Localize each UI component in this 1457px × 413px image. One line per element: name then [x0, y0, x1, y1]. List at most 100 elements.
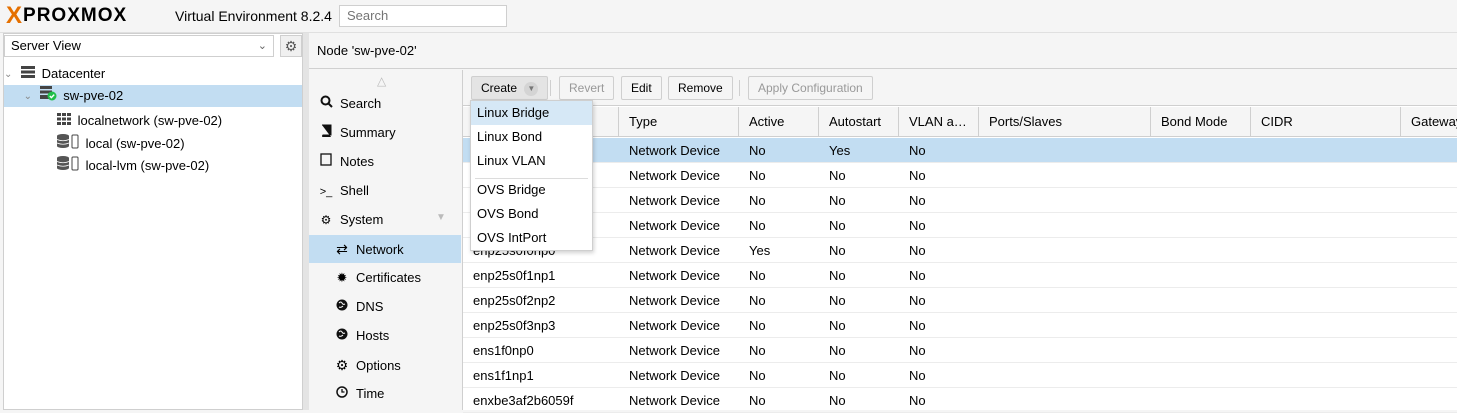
cell-type: Network Device [629, 293, 721, 308]
tree-item-datacenter[interactable]: ⌄ Datacenter [4, 63, 302, 85]
tree-item-node[interactable]: ⌄ sw-pve-02 [4, 85, 302, 107]
cell-active: No [749, 143, 766, 158]
cell-vlan: No [909, 218, 926, 233]
column-header-ports-slaves[interactable]: Ports/Slaves [979, 107, 1151, 137]
cell-type: Network Device [629, 343, 721, 358]
menu-item-dns[interactable]: DNS [309, 293, 461, 321]
product-version: Virtual Environment 8.2.4 [175, 8, 332, 24]
menu-item-ovs-intport[interactable]: OVS IntPort [471, 226, 592, 250]
menu-item-ovs-bridge[interactable]: OVS Bridge [471, 178, 592, 202]
book-icon [318, 119, 334, 147]
cell-autostart: No [829, 218, 846, 233]
collapse-icon[interactable]: ⌄ [4, 64, 16, 86]
column-header-active[interactable]: Active [739, 107, 819, 137]
menu-item-summary[interactable]: Summary [309, 119, 461, 147]
tree-item-local-storage[interactable]: local (sw-pve-02) [4, 133, 302, 155]
menu-item-linux-bond[interactable]: Linux Bond [471, 125, 592, 149]
cell-autostart: Yes [829, 143, 851, 158]
storage-icon [56, 133, 80, 156]
cell-type: Network Device [629, 143, 721, 158]
cell-name: ens1f0np0 [473, 343, 534, 358]
search-icon [318, 90, 334, 118]
create-button-label: Create [481, 81, 518, 95]
menu-item-hosts[interactable]: Hosts [309, 322, 461, 350]
cell-autostart: No [829, 393, 846, 408]
column-header-type[interactable]: Type [619, 107, 739, 137]
tree-item-label: sw-pve-02 [63, 88, 124, 103]
column-header-cidr[interactable]: CIDR [1251, 107, 1401, 137]
menu-item-label: Time [356, 386, 385, 401]
cell-autostart: No [829, 368, 846, 383]
cell-vlan: No [909, 168, 926, 183]
cell-name: enp25s0f2np2 [473, 293, 556, 308]
scroll-up-icon[interactable]: △ [377, 74, 386, 88]
cell-vlan: No [909, 243, 926, 258]
cell-active: No [749, 193, 766, 208]
menu-item-network[interactable]: ⇄ Network [309, 235, 461, 263]
tree-item-localnetwork[interactable]: localnetwork (sw-pve-02) [4, 110, 302, 132]
menu-item-search[interactable]: Search [309, 90, 461, 118]
view-select[interactable]: Server View ⌄ [4, 35, 274, 57]
column-header-gateway[interactable]: Gateway [1401, 107, 1457, 137]
menu-item-notes[interactable]: Notes [309, 148, 461, 176]
tree-settings-button[interactable]: ⚙ [280, 35, 302, 57]
cell-autostart: No [829, 268, 846, 283]
cell-vlan: No [909, 293, 926, 308]
gear-icon: ⚙ [284, 38, 298, 54]
cell-name: ens1f1np1 [473, 368, 534, 383]
collapse-icon[interactable]: ▼ [436, 212, 446, 223]
apply-configuration-button[interactable]: Apply Configuration [748, 76, 873, 100]
remove-button[interactable]: Remove [668, 76, 733, 100]
cell-autostart: No [829, 343, 846, 358]
globe-icon [334, 293, 350, 321]
menu-item-time[interactable]: Time [309, 380, 461, 408]
cell-active: No [749, 268, 766, 283]
menu-item-linux-bridge[interactable]: Linux Bridge [471, 101, 592, 125]
cell-type: Network Device [629, 318, 721, 333]
menu-item-label: DNS [356, 299, 384, 314]
cell-name: enxbe3af2b6059f [473, 393, 574, 408]
edit-button[interactable]: Edit [621, 76, 662, 100]
cell-autostart: No [829, 318, 846, 333]
menu-item-label: Options [356, 358, 401, 373]
globe-icon [334, 322, 350, 350]
proxmox-logo[interactable]: X PROXMOX [6, 4, 127, 28]
node-online-icon [39, 85, 57, 108]
column-header-bond-mode[interactable]: Bond Mode [1151, 107, 1251, 137]
menu-item-ovs-bond[interactable]: OVS Bond [471, 202, 592, 226]
menu-item-label: Shell [340, 183, 369, 198]
cell-type: Network Device [629, 243, 721, 258]
tree-item-label: local (sw-pve-02) [85, 136, 185, 151]
cell-type: Network Device [629, 168, 721, 183]
menu-item-options[interactable]: ⚙ Options [309, 351, 461, 379]
global-search-input[interactable]: Search [339, 5, 507, 27]
revert-button[interactable]: Revert [559, 76, 615, 100]
column-header-vlan-aware[interactable]: VLAN a… [899, 107, 979, 137]
datacenter-icon [20, 64, 36, 86]
tree-item-label: localnetwork (sw-pve-02) [77, 113, 223, 128]
cell-vlan: No [909, 143, 926, 158]
view-select-value: Server View [11, 38, 81, 53]
column-header-autostart[interactable]: Autostart [819, 107, 899, 137]
storage-icon [56, 155, 80, 178]
menu-item-label: Summary [340, 125, 396, 140]
cell-active: No [749, 368, 766, 383]
menu-item-shell[interactable]: >_ Shell [309, 177, 461, 205]
cell-active: No [749, 218, 766, 233]
logo-x: X [6, 2, 23, 29]
collapse-icon[interactable]: ⌄ [24, 86, 36, 108]
create-button[interactable]: Create ▼ [471, 76, 549, 100]
menu-item-label: Notes [340, 154, 374, 169]
sdn-zone-icon [56, 111, 72, 133]
cell-vlan: No [909, 393, 926, 408]
gear-icon: ⚙ [335, 357, 349, 373]
cell-autostart: No [829, 243, 846, 258]
toolbar-separator [550, 80, 551, 96]
menu-item-certificates[interactable]: ✹ Certificates [309, 264, 461, 292]
cell-active: No [749, 393, 766, 408]
tree-item-local-lvm-storage[interactable]: local-lvm (sw-pve-02) [4, 155, 302, 177]
cell-name: enp25s0f1np1 [473, 268, 556, 283]
menu-item-linux-vlan[interactable]: Linux VLAN [471, 149, 592, 173]
menu-item-label: Certificates [356, 270, 422, 285]
cell-active: No [749, 318, 766, 333]
